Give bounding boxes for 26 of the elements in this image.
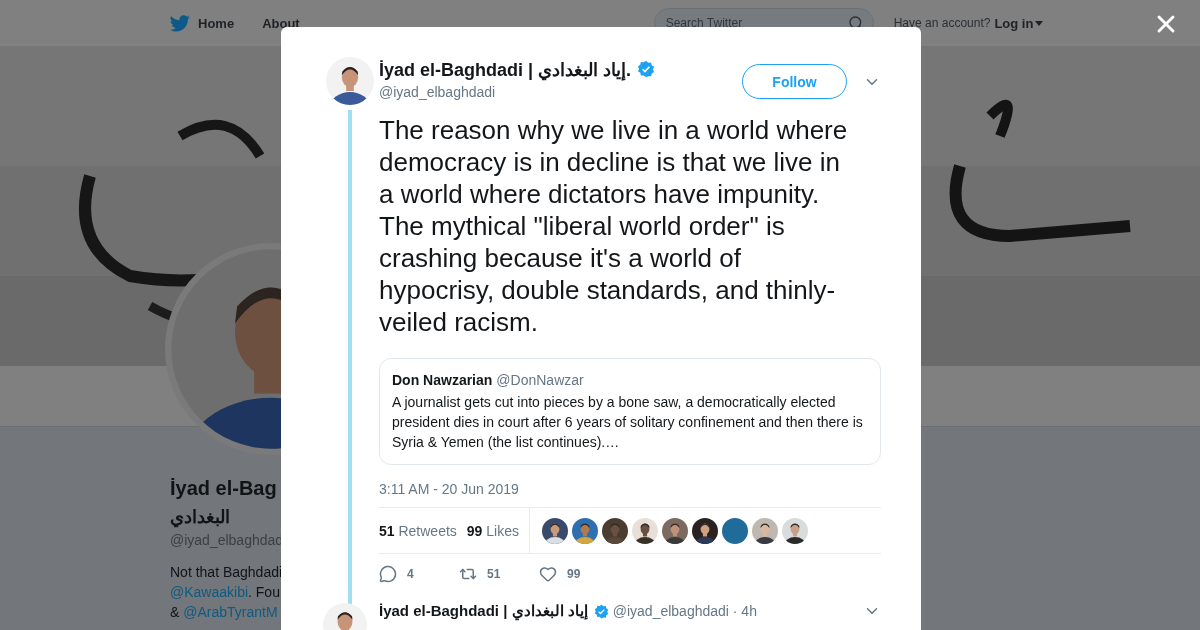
reply-icon [379, 565, 397, 583]
tweet-time: 3:11 AM - 20 Jun 2019 [379, 481, 520, 497]
tweet-meta: @iyad_elbaghdadi · 4h [612, 603, 758, 619]
quoted-author: Don Nawzarian [392, 372, 493, 388]
like-button[interactable]: 99 [539, 565, 619, 583]
caret-icon [1035, 20, 1044, 26]
quoted-handle: @DonNawzar [496, 372, 584, 388]
stat-link[interactable]: 51 Retweets [379, 522, 457, 539]
account-prompt: Have an account? [893, 16, 991, 30]
profile-arabic-name: البغدادي [170, 506, 230, 528]
login-link[interactable]: Log in [994, 15, 1044, 31]
stat-link[interactable]: 99 Likes [466, 522, 519, 539]
profile-name: İyad el-Bag [170, 477, 277, 500]
avatar-icon[interactable] [722, 517, 748, 544]
heart-icon [539, 565, 557, 583]
nav-link[interactable]: Home [198, 15, 235, 31]
bio-line: Not that Baghdadi [170, 563, 283, 582]
quoted-text: A journalist gets cut into pieces by a bone saw, a democratically elected president dies in court after 6 years of solitary confinement and then there is Syria & Yemen (the list continues).… [392, 393, 864, 452]
bio-line: @Kawaakibi. Fou [170, 583, 281, 602]
retweet-button[interactable]: 51 [459, 565, 539, 583]
bio-line: & @ArabTyrantM [170, 603, 279, 622]
reply-button[interactable]: 4 [379, 565, 459, 583]
profile-handle: @iyad_elbaghdad [170, 532, 284, 548]
author-name[interactable]: İyad el-Baghdadi | إياد البغدادي [379, 602, 588, 620]
nav-link[interactable]: About [262, 15, 300, 31]
quoted-tweet[interactable] [379, 358, 881, 465]
